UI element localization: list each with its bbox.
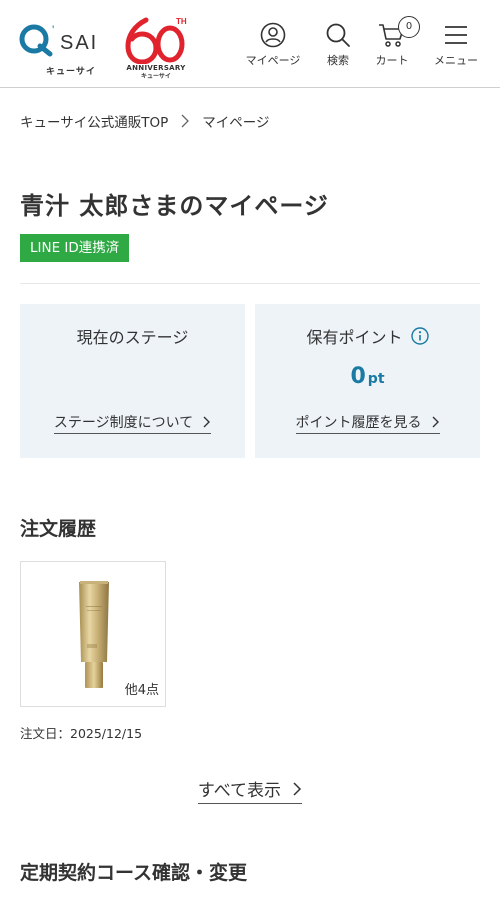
stage-info-link-label: ステージ制度について bbox=[53, 415, 194, 431]
points-number: 0 bbox=[350, 364, 366, 389]
nav-menu[interactable]: メニュー bbox=[428, 22, 484, 68]
subscription-title: 定期契約コース確認・変更 bbox=[20, 862, 248, 884]
nav-mypage[interactable]: マイページ bbox=[240, 22, 306, 68]
breadcrumb-item-mypage: マイページ bbox=[202, 115, 270, 131]
qsai-logo-sai: SAI bbox=[60, 32, 98, 54]
stage-panel: 現在のステージ ステージ制度について bbox=[20, 304, 245, 458]
qsai-logo[interactable]: ' SAI bbox=[18, 20, 110, 58]
points-value: 0 pt bbox=[255, 364, 480, 389]
stage-link-wrap: ステージ制度について bbox=[20, 412, 245, 434]
anniversary-sup: TH bbox=[176, 17, 187, 26]
qsai-logo-apostrophe: ' bbox=[52, 23, 54, 37]
show-all-orders-link[interactable]: すべて表示 bbox=[197, 776, 303, 804]
nav-menu-label: メニュー bbox=[434, 54, 478, 67]
breadcrumb-item-top[interactable]: キューサイ公式通販TOP bbox=[20, 111, 168, 131]
nav-cart-label: カート bbox=[375, 54, 409, 67]
chevron-right-icon bbox=[432, 416, 439, 428]
points-unit: pt bbox=[367, 371, 385, 387]
show-all-wrap: すべて表示 bbox=[0, 776, 500, 804]
points-history-link-label: ポイント履歴を見る bbox=[295, 415, 422, 431]
stage-panel-title: 現在のステージ bbox=[76, 328, 189, 347]
site-header: ' SAI キューサイ TH ANNIVERSARY キューサイ マイページ 検… bbox=[0, 0, 500, 88]
order-item-card[interactable]: 他4点 bbox=[20, 561, 166, 707]
show-all-label: すべて表示 bbox=[197, 781, 282, 801]
anniversary-60-logo: TH bbox=[125, 17, 187, 64]
anniversary-label: ANNIVERSARY bbox=[126, 64, 186, 72]
line-linked-badge: LINE ID連携済 bbox=[20, 234, 130, 262]
points-panel: 保有ポイント 0 pt ポイント履歴を見る bbox=[255, 304, 480, 458]
anniversary-text: ANNIVERSARY キューサイ bbox=[126, 64, 186, 81]
search-icon bbox=[326, 23, 350, 47]
order-date: 注文日：2025/12/15 bbox=[20, 726, 143, 741]
qsai-logo-sub: キューサイ bbox=[46, 67, 96, 77]
nav-search-label: 検索 bbox=[327, 54, 349, 67]
hamburger-menu-icon bbox=[445, 26, 467, 44]
info-icon[interactable] bbox=[410, 327, 429, 345]
points-panel-title: 保有ポイント bbox=[306, 328, 403, 347]
anniversary-sub: キューサイ bbox=[141, 73, 171, 80]
nav-cart[interactable]: 0 カート bbox=[368, 16, 420, 68]
product-tube-image bbox=[79, 581, 109, 688]
order-more-items: 他4点 bbox=[124, 683, 159, 698]
page-title: 青汁 太郎さまのマイページ bbox=[20, 192, 329, 220]
chevron-right-icon bbox=[293, 781, 302, 796]
nav-search[interactable]: 検索 bbox=[318, 22, 358, 68]
stage-info-link[interactable]: ステージ制度について bbox=[53, 412, 212, 434]
points-title-wrap: 保有ポイント bbox=[255, 324, 480, 348]
nav-mypage-label: マイページ bbox=[245, 54, 301, 67]
breadcrumb: キューサイ公式通販TOP マイページ bbox=[20, 111, 269, 131]
user-icon bbox=[260, 22, 286, 48]
divider bbox=[20, 283, 480, 284]
points-history-link[interactable]: ポイント履歴を見る bbox=[295, 412, 440, 434]
points-link-wrap: ポイント履歴を見る bbox=[255, 412, 480, 434]
order-history-title: 注文履歴 bbox=[20, 518, 97, 540]
chevron-right-icon bbox=[181, 114, 190, 128]
chevron-right-icon bbox=[203, 416, 211, 428]
cart-count-badge: 0 bbox=[398, 16, 420, 38]
